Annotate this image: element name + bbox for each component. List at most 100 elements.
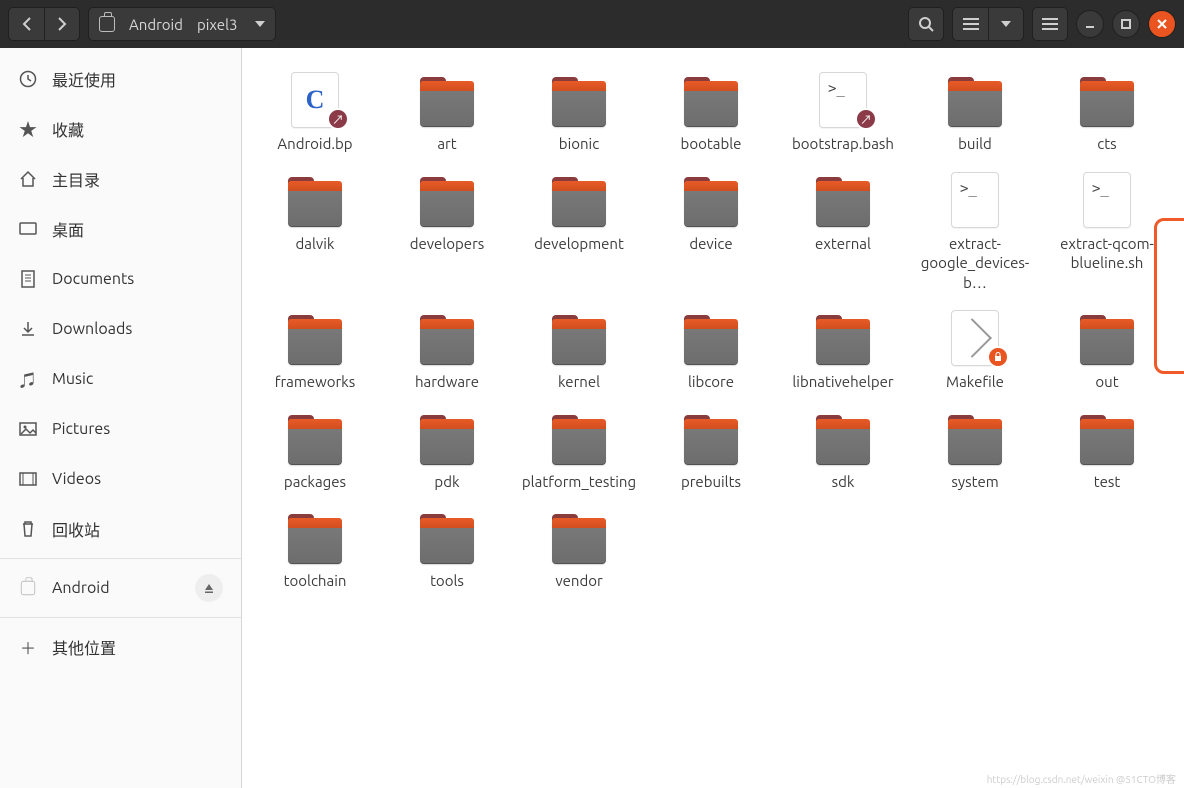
file-item[interactable]: >_ extract-google_devices-b… (910, 166, 1040, 299)
sidebar-item-star[interactable]: ★收藏 (0, 104, 241, 154)
folder-icon (552, 185, 606, 227)
picture-icon (18, 422, 38, 436)
sidebar-item-label: 回收站 (52, 517, 100, 541)
file-label: build (958, 134, 992, 154)
folder-item[interactable]: pdk (382, 404, 512, 498)
sidebar-device[interactable]: Android (0, 563, 241, 613)
doc-icon (18, 270, 38, 288)
folder-item[interactable]: toolchain (250, 503, 380, 597)
folder-item[interactable]: system (910, 404, 1040, 498)
file-label: bootable (681, 134, 742, 154)
file-label: kernel (558, 372, 600, 392)
folder-item[interactable]: test (1042, 404, 1172, 498)
script-file-icon: >_ (951, 172, 999, 228)
search-button[interactable] (908, 7, 944, 41)
download-icon (18, 321, 38, 337)
sidebar-device-label: Android (52, 579, 110, 597)
minimize-button[interactable] (1076, 10, 1104, 38)
file-item[interactable]: Makefile (910, 304, 1040, 398)
folder-item[interactable]: sdk (778, 404, 908, 498)
sidebar-other-locations[interactable]: ＋ 其他位置 (0, 622, 241, 672)
sidebar-item-trash[interactable]: 回收站 (0, 504, 241, 554)
folder-item[interactable]: packages (250, 404, 380, 498)
file-label: system (951, 472, 998, 492)
folder-item[interactable]: hardware (382, 304, 512, 398)
sidebar-item-picture[interactable]: Pictures (0, 404, 241, 454)
folder-item[interactable]: bootable (646, 66, 776, 160)
file-label: pdk (434, 472, 459, 492)
folder-item[interactable]: build (910, 66, 1040, 160)
folder-icon (552, 323, 606, 365)
folder-item[interactable]: dalvik (250, 166, 380, 299)
sidebar-item-label: Pictures (52, 420, 110, 438)
folder-icon (684, 423, 738, 465)
folder-icon (684, 85, 738, 127)
folder-item[interactable]: development (514, 166, 644, 299)
breadcrumb-segment[interactable]: Android (129, 16, 183, 33)
file-label: device (689, 234, 732, 254)
folder-item[interactable]: device (646, 166, 776, 299)
path-bar[interactable]: Android pixel3 (88, 7, 276, 41)
sidebar-item-home[interactable]: 主目录 (0, 154, 241, 204)
eject-button[interactable] (195, 574, 223, 602)
sidebar-item-music[interactable]: ♫ Music (0, 354, 241, 404)
folder-item[interactable]: libnativehelper (778, 304, 908, 398)
folder-item[interactable]: external (778, 166, 908, 299)
star-icon: ★ (18, 116, 38, 142)
breadcrumb-segment[interactable]: pixel3 (197, 16, 238, 33)
folder-icon (684, 185, 738, 227)
folder-item[interactable]: tools (382, 503, 512, 597)
maximize-button[interactable] (1112, 10, 1140, 38)
folder-item[interactable]: cts (1042, 66, 1172, 160)
hamburger-menu-button[interactable] (1032, 7, 1068, 41)
sidebar-item-label: 主目录 (52, 167, 100, 191)
file-label: extract-google_devices-b… (916, 234, 1034, 293)
file-label: development (534, 234, 624, 254)
folder-icon (816, 323, 870, 365)
folder-icon (552, 522, 606, 564)
folder-item[interactable]: frameworks (250, 304, 380, 398)
sidebar-item-doc[interactable]: Documents (0, 254, 241, 304)
file-label: art (437, 134, 456, 154)
file-item[interactable]: >_extract-qcom-blueline.sh (1042, 166, 1172, 299)
view-dropdown-button[interactable] (988, 7, 1024, 41)
folder-item[interactable]: kernel (514, 304, 644, 398)
folder-item[interactable]: out (1042, 304, 1172, 398)
folder-item[interactable]: developers (382, 166, 512, 299)
sidebar-item-label: Downloads (52, 320, 132, 338)
folder-icon (1080, 423, 1134, 465)
script-file-icon: >_ (1083, 172, 1131, 228)
symlink-badge-icon: ↗ (327, 108, 349, 130)
list-view-button[interactable] (952, 7, 988, 41)
close-button[interactable] (1148, 10, 1176, 38)
sidebar-item-download[interactable]: Downloads (0, 304, 241, 354)
file-item[interactable]: ↗Android.bp (250, 66, 380, 160)
folder-item[interactable]: prebuilts (646, 404, 776, 498)
file-label: sdk (832, 472, 855, 492)
folder-item[interactable]: bionic (514, 66, 644, 160)
sidebar-item-label: Videos (52, 470, 101, 488)
titlebar: Android pixel3 (0, 0, 1184, 48)
folder-item[interactable]: art (382, 66, 512, 160)
file-label: vendor (555, 571, 602, 591)
trash-icon (18, 520, 38, 538)
folder-item[interactable]: libcore (646, 304, 776, 398)
sidebar-item-recent[interactable]: 最近使用 (0, 54, 241, 104)
sidebar-item-label: Music (52, 370, 93, 388)
folder-icon (420, 323, 474, 365)
home-icon (18, 170, 38, 188)
file-view[interactable]: ↗Android.bp art bionic bootable >_↗bootstrap… (242, 48, 1184, 788)
sidebar-item-video[interactable]: Videos (0, 454, 241, 504)
folder-item[interactable]: platform_testing (514, 404, 644, 498)
folder-icon (288, 522, 342, 564)
sidebar-item-desktop[interactable]: 桌面 (0, 204, 241, 254)
forward-button[interactable] (44, 7, 80, 41)
usb-icon (18, 580, 38, 596)
file-item[interactable]: >_↗bootstrap.bash (778, 66, 908, 160)
back-button[interactable] (8, 7, 44, 41)
music-icon: ♫ (18, 367, 38, 391)
sidebar-separator (0, 558, 241, 559)
folder-icon (816, 185, 870, 227)
folder-item[interactable]: vendor (514, 503, 644, 597)
chevron-down-icon[interactable] (255, 21, 265, 27)
